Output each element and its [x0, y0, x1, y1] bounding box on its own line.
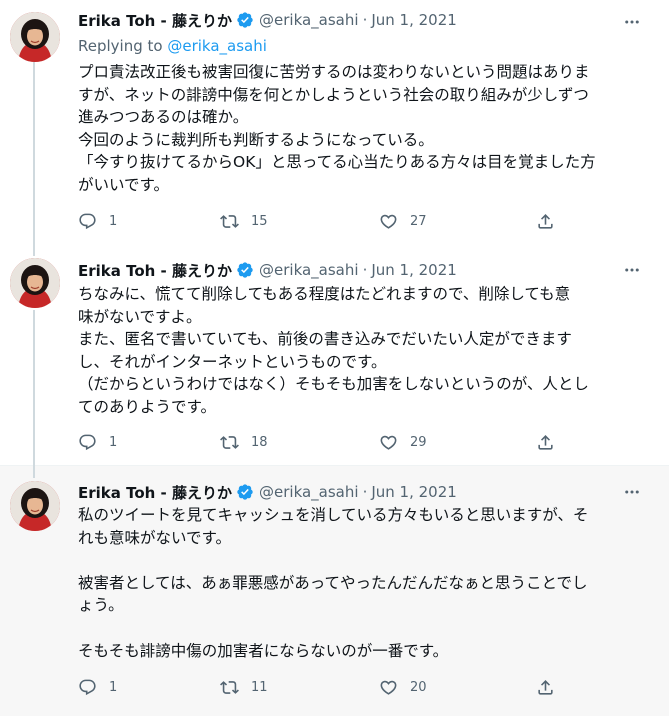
- share-button[interactable]: [536, 209, 555, 233]
- author-handle[interactable]: @erika_asahi: [259, 483, 359, 501]
- tweet-text-line: また、匿名で書いていても、前後の書き込みでだいたい人定ができます: [78, 330, 572, 349]
- tweet-text-line: 進みつつあるのは確か。: [78, 108, 249, 127]
- tweet-text-line: [78, 617, 653, 640]
- tweet-text-line: 「今すり抜けてるからOK」と思ってる心当たりある方々は目を覚ました方: [78, 153, 596, 172]
- avatar-image: [10, 481, 60, 531]
- tweet-text-line: がいいです。: [78, 175, 169, 194]
- replying-to-label: Replying to: [78, 37, 163, 55]
- like-count: 29: [410, 434, 427, 450]
- author-name[interactable]: Erika Toh - 藤えりか: [78, 260, 232, 281]
- thread-line: [33, 244, 35, 256]
- share-button[interactable]: [536, 430, 555, 454]
- thread-line: [33, 466, 35, 478]
- retweet-button[interactable]: 11: [220, 675, 268, 699]
- tweet[interactable]: Erika Toh - 藤えりか @erika_asahi · Jun 1, 2…: [0, 466, 669, 716]
- verified-badge-icon: [236, 261, 254, 279]
- tweet-text-line: 被害者としては、あぁ罪悪感があってやったんだんだなぁと思うことでし: [78, 573, 588, 592]
- avatar-image: [10, 12, 60, 62]
- tweet-text-line: ょう。: [78, 596, 124, 615]
- like-count: 27: [410, 213, 427, 229]
- author-name[interactable]: Erika Toh - 藤えりか: [78, 10, 232, 31]
- avatar-image: [10, 258, 60, 308]
- tweet-text-line: そもそも誹謗中傷の加害者にならないのが一番です。: [78, 641, 449, 660]
- avatar[interactable]: [10, 481, 60, 531]
- retweet-icon: [220, 680, 239, 694]
- tweet-text: ちなみに、慌てて削除してもある程度はたどれますので、削除しても意 味がないですよ…: [78, 283, 653, 419]
- retweet-count: 18: [251, 434, 268, 450]
- tweet-header: Erika Toh - 藤えりか @erika_asahi · Jun 1, 2…: [78, 259, 457, 281]
- separator-dot: ·: [362, 483, 368, 501]
- tweet-text-line: 私のツイートを見てキャッシュを消している方々もいると思いますが、そ: [78, 506, 589, 524]
- like-button[interactable]: 27: [379, 209, 427, 233]
- heart-icon: [380, 214, 397, 229]
- share-icon: [538, 213, 553, 229]
- tweet-header: Erika Toh - 藤えりか @erika_asahi · Jun 1, 2…: [78, 481, 457, 503]
- avatar[interactable]: [10, 258, 60, 308]
- tweet-date[interactable]: Jun 1, 2021: [371, 483, 456, 501]
- tweet-actions: 1 18 29: [78, 430, 558, 454]
- share-icon: [538, 679, 553, 695]
- tweet-text-line: れも意味がないです。: [78, 528, 231, 547]
- tweet-text-line: （だからというわけではなく）そもそも加害をしないというのが、人とし: [78, 375, 589, 394]
- thread-line: [33, 310, 35, 466]
- tweet-actions: 1 11 20: [78, 675, 558, 699]
- like-count: 20: [410, 679, 427, 695]
- reply-count: 1: [109, 679, 118, 695]
- tweet-text-line: 今回のように裁判所も判断するようになっている。: [78, 130, 434, 149]
- retweet-count: 11: [251, 679, 268, 695]
- reply-icon: [79, 434, 96, 450]
- tweet-date[interactable]: Jun 1, 2021: [371, 261, 456, 279]
- retweet-button[interactable]: 18: [220, 430, 268, 454]
- like-button[interactable]: 20: [379, 675, 427, 699]
- separator-dot: ·: [362, 261, 368, 279]
- thread-line: [33, 60, 35, 244]
- retweet-button[interactable]: 15: [220, 209, 268, 233]
- reply-count: 1: [109, 434, 118, 450]
- tweet-actions: 1 15 27: [78, 209, 558, 233]
- more-horizontal-icon[interactable]: [621, 11, 643, 33]
- tweet-text-line: 味がないですよ。: [78, 307, 202, 326]
- author-name[interactable]: Erika Toh - 藤えりか: [78, 482, 232, 503]
- replying-to-handle[interactable]: @erika_asahi: [167, 37, 267, 55]
- reply-icon: [79, 679, 96, 695]
- heart-icon: [380, 680, 397, 695]
- reply-button[interactable]: 1: [78, 675, 117, 699]
- tweet-text-line: プロ責法改正後も被害回復に苦労するのは変わりないという問題はありま: [78, 63, 590, 81]
- like-button[interactable]: 29: [379, 430, 427, 454]
- more-horizontal-icon[interactable]: [621, 481, 643, 503]
- tweet[interactable]: Erika Toh - 藤えりか @erika_asahi · Jun 1, 2…: [0, 0, 669, 244]
- tweet-text-line: ちなみに、慌てて削除してもある程度はたどれますので、削除しても意: [78, 285, 571, 303]
- heart-icon: [380, 435, 397, 450]
- author-handle[interactable]: @erika_asahi: [259, 261, 359, 279]
- retweet-icon: [220, 214, 239, 228]
- avatar[interactable]: [10, 12, 60, 62]
- separator-dot: ·: [362, 11, 368, 29]
- verified-badge-icon: [236, 483, 254, 501]
- retweet-icon: [220, 435, 239, 449]
- reply-count: 1: [109, 213, 118, 229]
- tweet-text-line: すが、ネットの誹謗中傷を何とかしようという社会の取り組みが少しずつ: [78, 85, 589, 104]
- more-horizontal-icon[interactable]: [621, 259, 643, 281]
- reply-icon: [79, 213, 96, 229]
- reply-button[interactable]: 1: [78, 209, 117, 233]
- tweet-text: プロ責法改正後も被害回復に苦労するのは変わりないという問題はありま すが、ネット…: [78, 61, 653, 197]
- share-icon: [538, 434, 553, 450]
- tweet-header: Erika Toh - 藤えりか @erika_asahi · Jun 1, 2…: [78, 9, 457, 31]
- verified-badge-icon: [236, 11, 254, 29]
- retweet-count: 15: [251, 213, 268, 229]
- tweet-text-line: てのありようです。: [78, 397, 216, 416]
- share-button[interactable]: [536, 675, 555, 699]
- tweet[interactable]: Erika Toh - 藤えりか @erika_asahi · Jun 1, 2…: [0, 244, 669, 466]
- author-handle[interactable]: @erika_asahi: [259, 11, 359, 29]
- tweet-text-line: し、それがインターネットというものです。: [78, 352, 387, 371]
- reply-button[interactable]: 1: [78, 430, 117, 454]
- tweet-text-line: [78, 549, 653, 572]
- tweet-text: 私のツイートを見てキャッシュを消している方々もいると思いますが、そ れも意味がな…: [78, 504, 653, 662]
- tweet-date[interactable]: Jun 1, 2021: [371, 11, 456, 29]
- replying-to: Replying to @erika_asahi: [78, 37, 267, 55]
